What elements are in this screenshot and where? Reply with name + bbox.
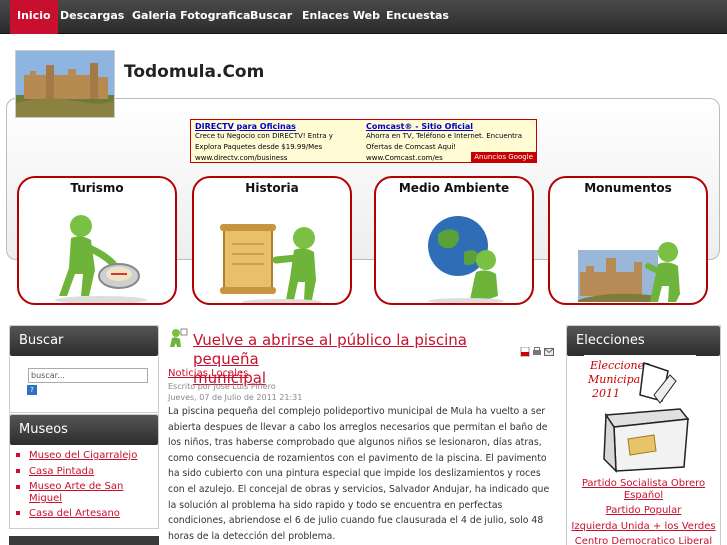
party-link-pp[interactable]: Partido Popular bbox=[566, 505, 721, 517]
ad-left-line1: Crece tu Negocio con DIRECTV! Entra y bbox=[195, 132, 333, 140]
nav-galeria-fotografica[interactable]: Galeria Fotografica bbox=[125, 0, 257, 34]
article-author: Escrito por Jose Luis Piñero bbox=[168, 382, 276, 391]
tile-turismo-label: Turismo bbox=[70, 181, 124, 195]
google-ad[interactable]: DIRECTV para Oficinas Crece tu Negocio c… bbox=[190, 119, 537, 163]
article-body-line: horas de la detección del problema. bbox=[168, 530, 336, 542]
tile-historia-label: Historia bbox=[245, 181, 299, 195]
article-body-line: ha sido cubierto con una pintura especia… bbox=[168, 468, 541, 480]
ballot-box-image[interactable]: Elecciones Municipales 2011 bbox=[584, 355, 696, 473]
tile-turismo[interactable]: Turismo bbox=[17, 176, 177, 305]
next-box-header bbox=[9, 536, 159, 545]
article-body-line: La piscina pequeña del complejo polidepo… bbox=[168, 406, 546, 417]
nav-inicio[interactable]: Inicio bbox=[10, 0, 58, 34]
nav-descargas[interactable]: Descargas bbox=[53, 0, 131, 34]
article-body-line: condiciones, abriendose el 6 de julio cu… bbox=[168, 515, 544, 527]
ad-right-headline[interactable]: Comcast® - Sitio Oficial bbox=[366, 122, 531, 131]
figure-castle-icon bbox=[578, 242, 680, 302]
museo-link-casa-pintada[interactable]: Casa Pintada bbox=[29, 466, 94, 478]
ad-left-url[interactable]: www.directv.com/business bbox=[195, 153, 360, 162]
party-link-psoe-cont[interactable]: Español bbox=[566, 490, 721, 502]
figure-globe-icon bbox=[428, 216, 504, 303]
article-body-line: como consecuencia de rozamientos con el … bbox=[168, 452, 547, 464]
bullet-icon bbox=[16, 511, 20, 515]
article-title[interactable]: Vuelve a abrirse al público la piscina p… bbox=[193, 331, 518, 388]
article-body-line: la solución al problema ha sido rapido y… bbox=[168, 499, 503, 511]
elecciones-heading: Elecciones bbox=[567, 326, 720, 356]
party-link-iu[interactable]: Izquierda Unida + los Verdes bbox=[566, 521, 721, 533]
article-title-line1[interactable]: Vuelve a abrirse al público la piscina p… bbox=[193, 331, 467, 368]
pdf-icon[interactable] bbox=[520, 347, 530, 357]
bullet-icon bbox=[16, 485, 20, 489]
ad-left-headline[interactable]: DIRECTV para Oficinas bbox=[195, 122, 360, 131]
tile-historia[interactable]: Historia bbox=[192, 176, 352, 305]
top-nav: Inicio Descargas Galeria Fotografica Bus… bbox=[0, 0, 727, 34]
party-link-psoe[interactable]: Partido Socialista Obrero bbox=[566, 478, 721, 490]
bullet-icon bbox=[16, 453, 20, 457]
news-figure-icon bbox=[170, 328, 188, 347]
search-button[interactable]: ? bbox=[27, 385, 37, 395]
tile-monumentos-label: Monumentos bbox=[584, 181, 672, 195]
ad-right-line1: Ahorra en TV, Teléfono e Internet. Encue… bbox=[366, 132, 523, 140]
article-body-line: abierta despues de llevar a cabo los arr… bbox=[168, 421, 548, 433]
figure-compass-icon bbox=[55, 215, 147, 303]
search-heading: Buscar bbox=[10, 326, 158, 356]
museo-link-cigarralejo[interactable]: Museo del Cigarralejo bbox=[29, 450, 137, 462]
tile-monumentos[interactable]: Monumentos bbox=[548, 176, 708, 305]
party-link-cdl[interactable]: Centro Democratico Liberal bbox=[566, 536, 721, 545]
nav-enlaces-web[interactable]: Enlaces Web bbox=[295, 0, 387, 34]
email-icon[interactable] bbox=[544, 347, 554, 357]
article-body-line: los niños, tras haberse comprobado que a… bbox=[168, 437, 542, 449]
nav-encuestas[interactable]: Encuestas bbox=[379, 0, 456, 34]
bullet-icon bbox=[16, 469, 20, 473]
ad-left-line2: Explora Paquetes desde $19.99/Mes bbox=[195, 143, 323, 151]
site-title[interactable]: Todomula.Com bbox=[124, 62, 264, 82]
article-category-link[interactable]: Noticias Locales bbox=[168, 368, 248, 379]
print-icon[interactable] bbox=[532, 347, 542, 357]
tile-medio-ambiente[interactable]: Medio Ambiente bbox=[374, 176, 534, 305]
article-body-line: con el azulejo. El concejal de obras y s… bbox=[168, 483, 550, 495]
museo-link-arte-san-miguel[interactable]: Museo Arte de San bbox=[29, 481, 123, 493]
ad-label[interactable]: Anuncios Google bbox=[471, 152, 536, 162]
search-input[interactable] bbox=[28, 368, 148, 383]
article-date: Jueves, 07 de Julio de 2011 21:31 bbox=[168, 393, 303, 402]
museo-link-arte-san-miguel-cont[interactable]: Miguel bbox=[29, 493, 62, 505]
elecciones-image-text: 2011 bbox=[591, 387, 620, 400]
figure-scroll-icon bbox=[220, 224, 322, 303]
elecciones-image-text: Elecciones bbox=[589, 359, 650, 372]
museo-link-casa-artesano[interactable]: Casa del Artesano bbox=[29, 508, 120, 520]
museos-heading: Museos bbox=[10, 415, 158, 445]
tile-medio-ambiente-label: Medio Ambiente bbox=[398, 181, 510, 195]
castle-logo[interactable] bbox=[15, 50, 115, 118]
nav-buscar[interactable]: Buscar bbox=[243, 0, 299, 34]
article-body: La piscina pequeña del complejo polidepo… bbox=[168, 404, 556, 544]
